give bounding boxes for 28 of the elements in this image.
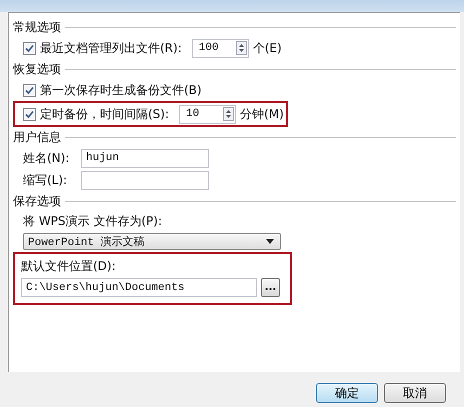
dropdown[interactable]: PowerPoint 演示文稿 — [23, 233, 281, 250]
unit-label: 分钟(M) — [240, 106, 284, 122]
checkbox[interactable] — [23, 42, 36, 54]
option-label: 定时备份，时间间隔(S): — [40, 106, 170, 122]
unit-label: 个(E) — [252, 40, 282, 56]
section-title: 常规选项 — [13, 18, 61, 36]
field-label: 姓名(N): — [23, 150, 70, 166]
section-title: 用户信息 — [13, 128, 61, 146]
input-field[interactable]: C:\Users\hujun\Documents — [21, 278, 257, 297]
dialog-button[interactable]: 确定 — [316, 383, 378, 403]
field-label: 将 WPS演示 文件存为(P): — [23, 213, 163, 230]
spin-field[interactable]: 10 — [179, 104, 236, 124]
caret-icon — [266, 239, 274, 244]
dialog-button[interactable]: 取消 — [384, 383, 446, 403]
checkbox[interactable] — [23, 108, 36, 120]
spin-field[interactable]: 100 — [192, 38, 249, 58]
input-field[interactable]: hujun — [81, 148, 209, 168]
option-label: 第一次保存时生成备份文件(B) — [40, 82, 202, 98]
browse-button[interactable]: ... — [261, 278, 280, 297]
spin-arrows-icon[interactable] — [223, 107, 234, 121]
section-title: 保存选项 — [13, 192, 61, 210]
field-label: 默认文件位置(D): — [21, 258, 117, 275]
field-label: 缩写(L): — [23, 172, 68, 188]
input-field[interactable] — [81, 170, 209, 190]
section-title: 恢复选项 — [13, 60, 61, 78]
checkbox[interactable] — [23, 84, 36, 96]
spin-arrows-icon[interactable] — [236, 41, 247, 55]
option-label: 最近文档管理列出文件(R): — [40, 40, 182, 56]
